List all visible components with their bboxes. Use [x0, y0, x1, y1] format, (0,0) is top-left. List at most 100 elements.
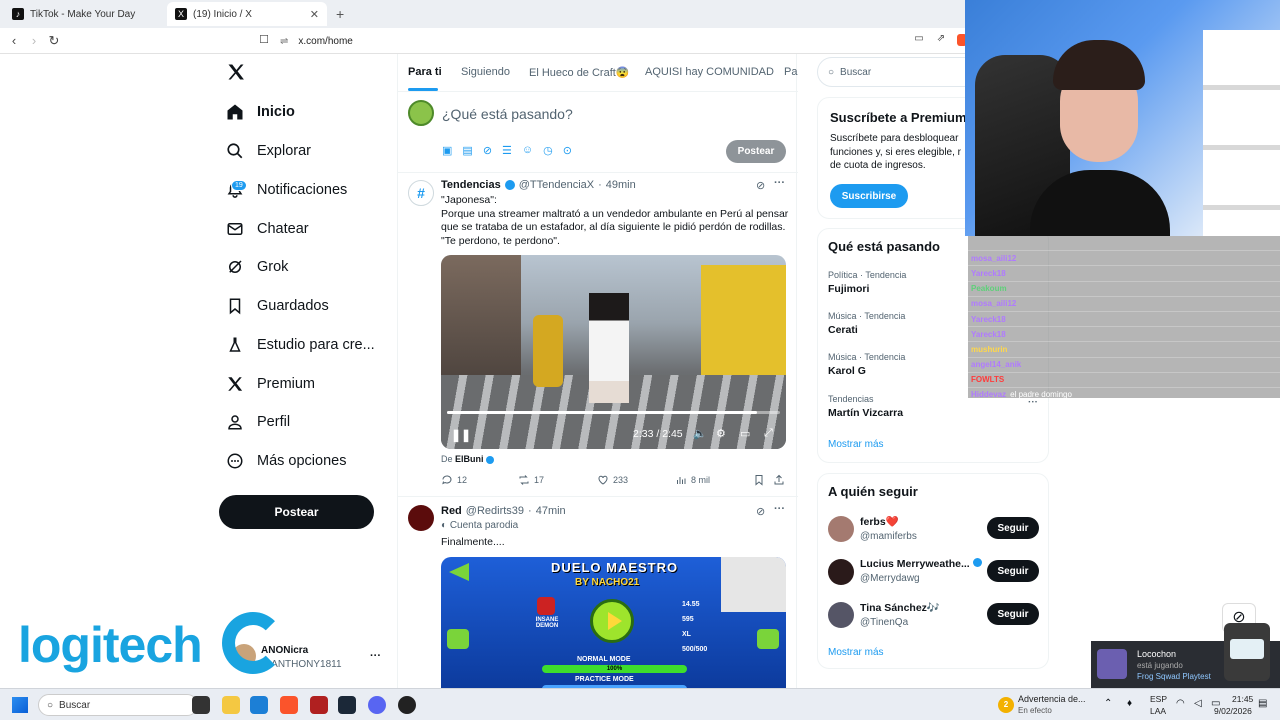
wifi-icon[interactable]: ◠ [1176, 698, 1185, 709]
trend-item[interactable]: Política · Tendencia Fujimori [828, 270, 906, 295]
notification-bell-icon[interactable]: ▤ [1258, 698, 1267, 709]
tab-tiktok[interactable]: ♪ TikTok - Make Your Day [4, 2, 164, 26]
nav-item-explorar[interactable]: Explorar [226, 136, 311, 166]
reload-icon[interactable]: ↻ [46, 33, 62, 49]
steam-icon[interactable] [338, 696, 356, 714]
nav-item-perfil[interactable]: Perfil [226, 407, 290, 437]
nav-item-premium[interactable]: Premium [226, 369, 315, 399]
windows-start-icon[interactable] [12, 697, 28, 713]
url-field[interactable]: ⇌ x.com/home [280, 31, 353, 51]
post-button[interactable]: Postear [219, 495, 374, 529]
avatar[interactable] [408, 505, 434, 531]
account-more-icon[interactable]: ··· [370, 650, 381, 662]
volume-icon[interactable]: ◁ [1194, 698, 1202, 709]
discord-icon[interactable] [368, 696, 386, 714]
game-screenshot[interactable]: DUELO MAESTRO BY NACHO21 INSANE DEMON 14… [441, 557, 786, 690]
tab-para-ti[interactable]: Para ti [408, 66, 442, 78]
tweet-time[interactable]: 47min [536, 505, 566, 517]
input-lang[interactable]: ESP [1150, 694, 1167, 704]
video-progress-track[interactable] [447, 411, 780, 414]
location-icon[interactable]: ⊙ [563, 144, 572, 157]
avatar[interactable] [828, 559, 854, 585]
tweet-handle[interactable]: @Redirts39 [466, 505, 524, 517]
tweet-author[interactable]: Tendencias [441, 179, 501, 191]
grok-icon[interactable]: ⊘ [483, 144, 492, 157]
back-icon[interactable]: ‹ [6, 33, 22, 48]
tweet-time[interactable]: 49min [606, 179, 636, 191]
nav-item-guardados[interactable]: Guardados [226, 291, 329, 321]
bookmark-page-icon[interactable]: ☐ [256, 33, 272, 46]
forward-icon[interactable]: › [26, 33, 42, 48]
file-explorer-icon[interactable] [222, 696, 240, 714]
grok-icon[interactable]: ⊘ [756, 505, 765, 518]
nav-item-inicio[interactable]: Inicio [226, 97, 295, 127]
share-icon[interactable]: ⇗ [933, 33, 949, 44]
subscribe-button[interactable]: Suscribirse [830, 184, 908, 208]
new-tab-button[interactable]: + [336, 6, 344, 22]
pause-icon[interactable]: ❚❚ [451, 428, 471, 442]
cast-icon[interactable]: ▭ [911, 33, 927, 44]
trend-item[interactable]: Música · Tendencia Cerati [828, 311, 905, 336]
fullscreen-icon[interactable]: ⤢ [764, 427, 773, 440]
pip-icon[interactable]: ▭ [740, 427, 750, 440]
poll-icon[interactable]: ☰ [502, 144, 512, 157]
tab-more[interactable]: Pa [784, 66, 797, 78]
compose-input[interactable]: ¿Qué está pasando? [442, 106, 573, 122]
tweet-handle[interactable]: @TTendenciaX [519, 179, 594, 191]
trends-show-more[interactable]: Mostrar más [828, 439, 884, 450]
gif-icon[interactable]: ▤ [462, 144, 472, 157]
obs-icon[interactable] [398, 696, 416, 714]
follow-suggestion[interactable]: ferbs❤️ @mamiferbs [860, 515, 917, 542]
tab-siguiendo[interactable]: Siguiendo [461, 66, 510, 78]
tweet-author[interactable]: Red [441, 505, 462, 517]
store-icon[interactable] [250, 696, 268, 714]
tab-x-home[interactable]: X (19) Inicio / X ✕ [167, 2, 327, 26]
follow-button[interactable]: Seguir [987, 517, 1039, 539]
volume-icon[interactable]: 🔈 [693, 427, 707, 440]
nav-item-chatear[interactable]: Chatear [226, 214, 309, 244]
trend-item[interactable]: Tendencias Martín Vizcarra [828, 394, 903, 419]
tray-chevron-icon[interactable]: ⌃ [1104, 698, 1112, 709]
bookmark-button[interactable] [753, 474, 769, 486]
taskbar-search[interactable]: ○ Buscar [38, 694, 198, 716]
x-home-logo[interactable] [226, 62, 246, 82]
microphone-icon[interactable]: ♦ [1127, 698, 1132, 709]
app-icon[interactable] [310, 696, 328, 714]
grok-icon[interactable]: ⊘ [756, 179, 765, 192]
nav-item-estudio[interactable]: Estudio para cre... [226, 330, 375, 360]
video-player[interactable]: ❚❚ 2:33 / 2:45 🔈 ⚙ ▭ ⤢ [441, 255, 786, 449]
brave-browser-icon[interactable] [280, 696, 298, 714]
close-tab-icon[interactable]: ✕ [310, 8, 319, 21]
repost-button[interactable]: 17 [518, 474, 544, 486]
nav-item-notificaciones[interactable]: 19 Notificaciones [226, 175, 347, 205]
tab-hueco-de-craft[interactable]: El Hueco de Craft😨 [529, 66, 630, 79]
follow-button[interactable]: Seguir [987, 560, 1039, 582]
more-icon[interactable]: ··· [774, 177, 785, 189]
weather-title[interactable]: Advertencia de... [1018, 694, 1086, 704]
source-name[interactable]: ElBuni [455, 454, 484, 464]
nav-item-grok[interactable]: Grok [226, 252, 288, 282]
reply-button[interactable]: 12 [441, 474, 467, 486]
nav-item-mas-opciones[interactable]: Más opciones [226, 446, 346, 476]
views-button[interactable]: 8 mil [675, 474, 710, 486]
follow-suggestion[interactable]: Lucius Merryweathe... @Merrydawg [860, 558, 982, 584]
weather-alert-icon[interactable]: 2 [998, 697, 1014, 713]
who-show-more[interactable]: Mostrar más [828, 647, 884, 658]
image-icon[interactable]: ▣ [442, 144, 452, 157]
follow-suggestion[interactable]: Tina Sánchez🎶 @TinenQa [860, 601, 940, 628]
tab-aquisi-comunidad[interactable]: AQUISI hay COMUNIDAD [645, 66, 774, 78]
settings-gear-icon[interactable]: ⚙ [716, 427, 726, 440]
compose-post-button[interactable]: Postear [726, 140, 786, 163]
avatar[interactable] [828, 602, 854, 628]
more-icon[interactable]: ··· [774, 503, 785, 515]
avatar[interactable] [828, 516, 854, 542]
like-button[interactable]: 233 [597, 474, 628, 486]
emoji-icon[interactable]: ☺ [522, 144, 533, 157]
avatar[interactable]: # [408, 180, 434, 206]
clock-time[interactable]: 21:45 [1232, 694, 1253, 704]
follow-button[interactable]: Seguir [987, 603, 1039, 625]
share-button[interactable] [773, 474, 789, 486]
trend-item[interactable]: Música · Tendencia Karol G [828, 352, 905, 377]
schedule-icon[interactable]: ◷ [543, 144, 553, 157]
task-view-icon[interactable] [192, 696, 210, 714]
